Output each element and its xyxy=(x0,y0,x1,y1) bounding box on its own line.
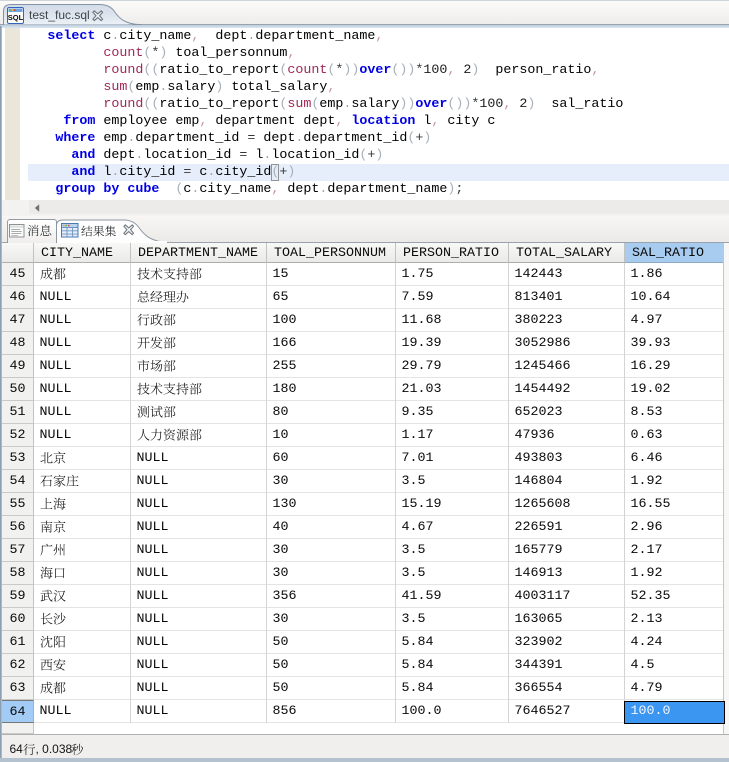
svg-text:SQL: SQL xyxy=(8,13,24,22)
